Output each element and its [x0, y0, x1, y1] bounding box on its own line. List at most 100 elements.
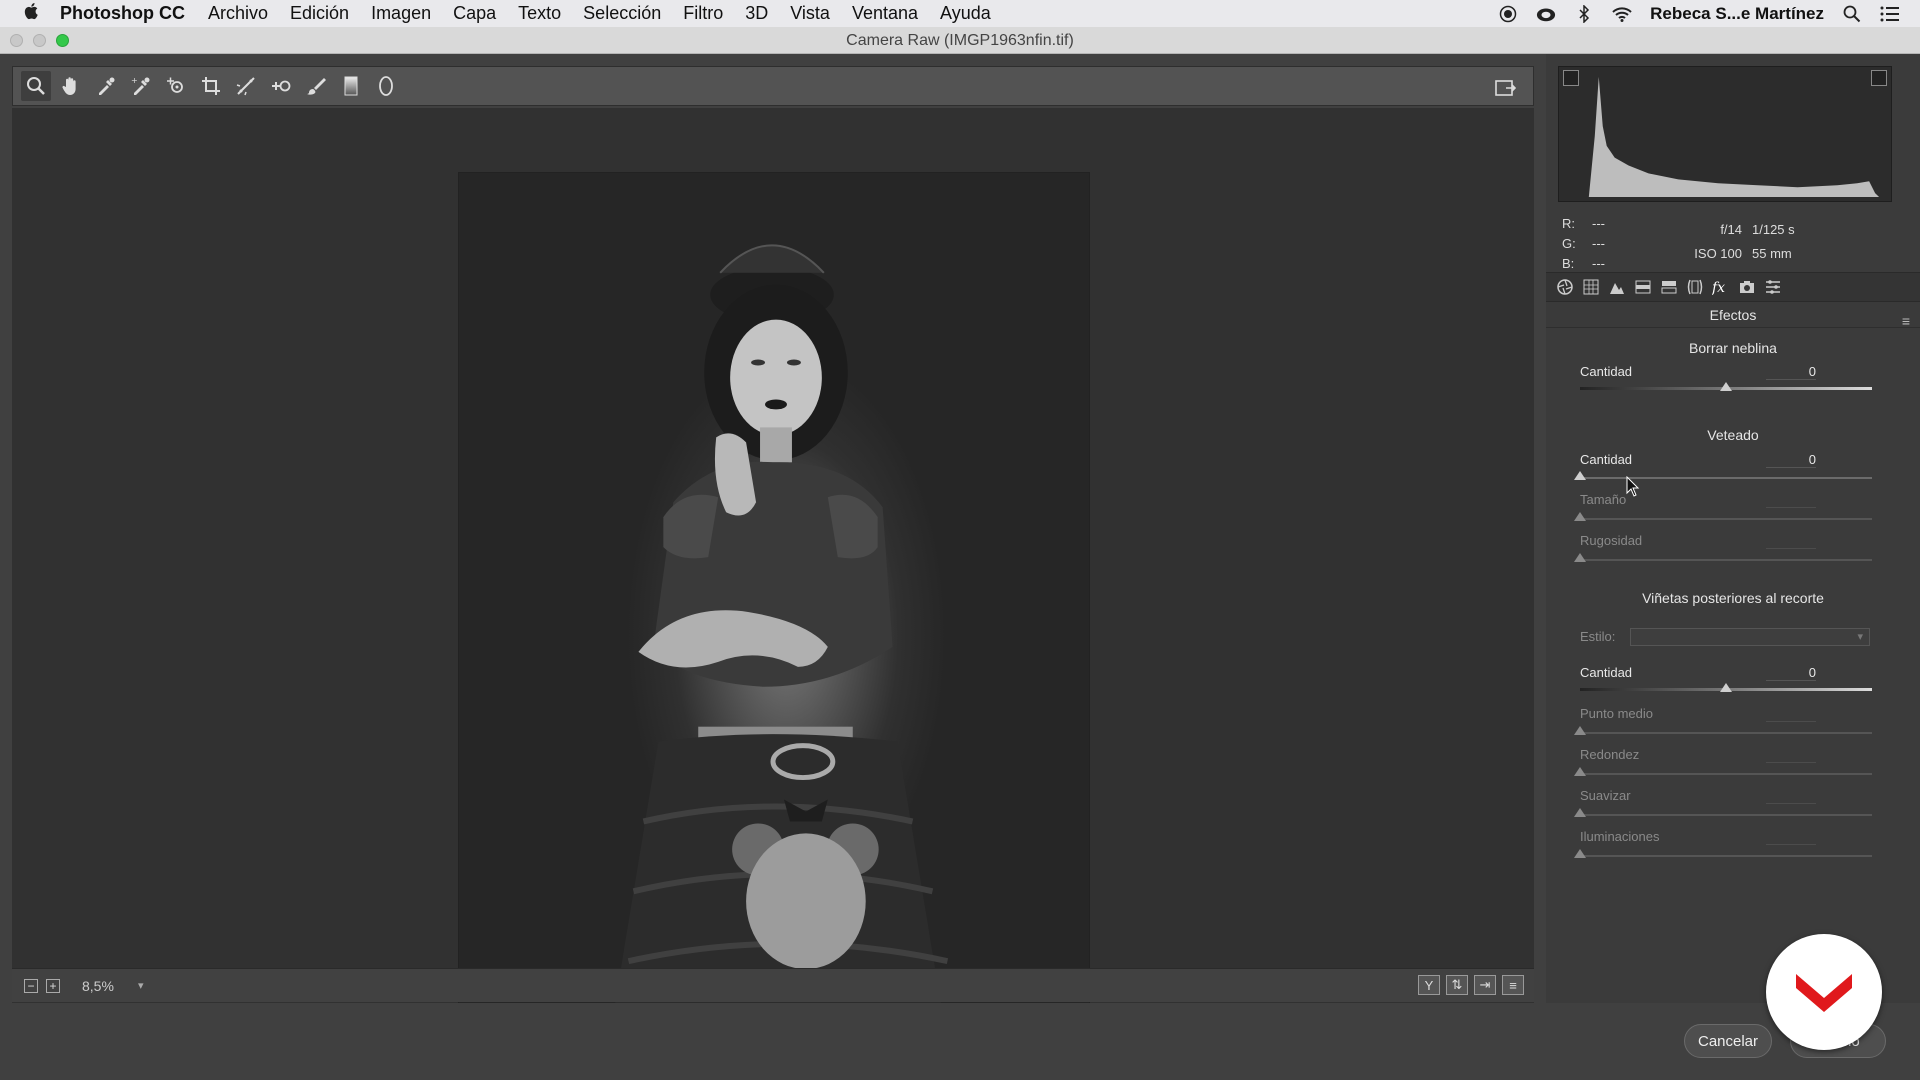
zoom-dropdown-icon[interactable]: ▾	[138, 979, 144, 992]
radial-filter-icon	[379, 76, 393, 96]
zoom-window-button[interactable]	[56, 34, 69, 47]
vignette-amount-thumb[interactable]	[1720, 683, 1732, 692]
grain-amount-thumb[interactable]	[1574, 471, 1586, 480]
wifi-icon[interactable]	[1612, 5, 1632, 23]
shadow-clipping-toggle[interactable]	[1563, 70, 1579, 86]
dehaze-amount-value[interactable]: 0	[1766, 364, 1816, 380]
menu-edicion[interactable]: Edición	[279, 3, 360, 24]
menu-capa[interactable]: Capa	[442, 3, 507, 24]
user-name[interactable]: Rebeca S...e Martínez	[1650, 4, 1824, 24]
grain-amount-slider[interactable]	[1580, 477, 1872, 479]
grain-size-label: Tamaño	[1580, 492, 1627, 507]
cancel-button[interactable]: Cancelar	[1684, 1024, 1772, 1058]
full-screen-icon	[1495, 80, 1516, 96]
vignette-amount-value[interactable]: 0	[1766, 665, 1816, 681]
status-area: Rebeca S...e Martínez	[1498, 0, 1920, 27]
adjustment-brush-tool[interactable]	[301, 71, 331, 101]
spotlight-search-icon[interactable]	[1842, 5, 1862, 23]
window-title-bar: Camera Raw (IMGP1963nfin.tif)	[0, 27, 1920, 54]
vignette-highlights-label: Iluminaciones	[1580, 829, 1660, 844]
grain-roughness-thumb	[1574, 553, 1586, 562]
vignette-feather-thumb	[1574, 808, 1586, 817]
tab-basic[interactable]	[1552, 274, 1578, 300]
menu-ayuda[interactable]: Ayuda	[929, 3, 1002, 24]
tab-tone-curve[interactable]	[1578, 274, 1604, 300]
window-controls	[10, 34, 69, 47]
rgb-readout: R: --- G: --- B: ---	[1562, 214, 1622, 274]
vignette-roundness-slider	[1580, 773, 1872, 775]
camera-raw-window: + − + 8,5% ▾ Y ⇅ ⇥ ≡ R: --- G: --- B: --…	[0, 54, 1920, 1080]
full-screen-toggle[interactable]	[1490, 73, 1520, 103]
graduated-filter-icon	[344, 76, 358, 96]
notification-center-icon[interactable]	[1880, 5, 1900, 23]
before-after-view-button[interactable]: Y	[1418, 975, 1440, 995]
spot-removal-tool[interactable]	[266, 71, 296, 101]
zoom-out-button[interactable]: −	[24, 978, 38, 993]
tab-hsl[interactable]	[1630, 274, 1656, 300]
vignette-midpoint-slider	[1580, 732, 1872, 734]
copy-settings-button[interactable]: ⇥	[1474, 975, 1496, 995]
menu-filtro[interactable]: Filtro	[672, 3, 734, 24]
tab-camera-calibration[interactable]	[1734, 274, 1760, 300]
r-label: R:	[1562, 216, 1575, 231]
menu-archivo[interactable]: Archivo	[197, 3, 279, 24]
tab-presets[interactable]	[1760, 274, 1786, 300]
focal-length: 55 mm	[1752, 246, 1792, 261]
tab-lens[interactable]	[1682, 274, 1708, 300]
r-value: ---	[1592, 216, 1605, 231]
toggle-preview-button[interactable]: ≡	[1502, 975, 1524, 995]
dehaze-amount-thumb[interactable]	[1720, 382, 1732, 391]
color-sampler-tool[interactable]: +	[126, 71, 156, 101]
tab-split-toning[interactable]	[1656, 274, 1682, 300]
grain-amount-value[interactable]: 0	[1766, 452, 1816, 468]
grain-section-title: Veteado	[1707, 427, 1759, 443]
graduated-filter-tool[interactable]	[336, 71, 366, 101]
tab-effects[interactable]: fx	[1708, 274, 1734, 300]
minimize-window-button[interactable]	[33, 34, 46, 47]
vignette-feather-slider	[1580, 814, 1872, 816]
white-balance-tool[interactable]	[91, 71, 121, 101]
grain-size-value	[1766, 492, 1816, 508]
svg-text:fx: fx	[1712, 280, 1725, 295]
record-icon[interactable]	[1498, 5, 1518, 23]
dehaze-amount-label: Cantidad	[1580, 364, 1633, 379]
panel-tabs: fx	[1546, 272, 1920, 302]
histogram	[1558, 66, 1892, 202]
menu-3d[interactable]: 3D	[734, 3, 779, 24]
zoom-tool[interactable]	[21, 71, 51, 101]
apple-menu-icon[interactable]	[12, 2, 52, 25]
swap-before-after-button[interactable]: ⇅	[1446, 975, 1468, 995]
panel-header: Efectos ≡	[1546, 302, 1920, 329]
zoom-in-button[interactable]: +	[46, 978, 60, 993]
svg-text:+: +	[131, 76, 138, 85]
white-balance-icon	[99, 77, 115, 95]
hand-tool[interactable]	[56, 71, 86, 101]
bluetooth-icon[interactable]	[1574, 4, 1594, 23]
menu-seleccion[interactable]: Selección	[572, 3, 672, 24]
menu-vista[interactable]: Vista	[779, 3, 841, 24]
chevron-down-icon: ▾	[1857, 631, 1863, 643]
straighten-tool[interactable]	[231, 71, 261, 101]
crop-tool[interactable]	[196, 71, 226, 101]
grain-size-thumb	[1574, 512, 1586, 521]
creative-cloud-icon[interactable]	[1536, 5, 1556, 23]
b-value: ---	[1592, 256, 1605, 271]
app-name-menu[interactable]: Photoshop CC	[52, 3, 197, 24]
vignette-highlights-thumb	[1574, 849, 1586, 858]
menu-texto[interactable]: Texto	[507, 3, 572, 24]
image-preview-area[interactable]	[12, 108, 1534, 1020]
aperture: f/14	[1720, 222, 1742, 237]
menu-imagen[interactable]: Imagen	[360, 3, 442, 24]
b-label: B:	[1562, 256, 1575, 271]
radial-filter-tool[interactable]	[371, 71, 401, 101]
targeted-adjustment-tool[interactable]	[161, 71, 191, 101]
panel-menu-icon[interactable]: ≡	[1902, 308, 1910, 334]
tab-detail[interactable]	[1604, 274, 1630, 300]
menu-ventana[interactable]: Ventana	[841, 3, 929, 24]
close-window-button[interactable]	[10, 34, 23, 47]
grain-amount-label: Cantidad	[1580, 452, 1633, 467]
iso: ISO 100	[1694, 246, 1742, 261]
vignette-highlights-value	[1766, 829, 1816, 845]
highlight-clipping-toggle[interactable]	[1871, 70, 1887, 86]
window-title: Camera Raw (IMGP1963nfin.tif)	[846, 32, 1074, 49]
